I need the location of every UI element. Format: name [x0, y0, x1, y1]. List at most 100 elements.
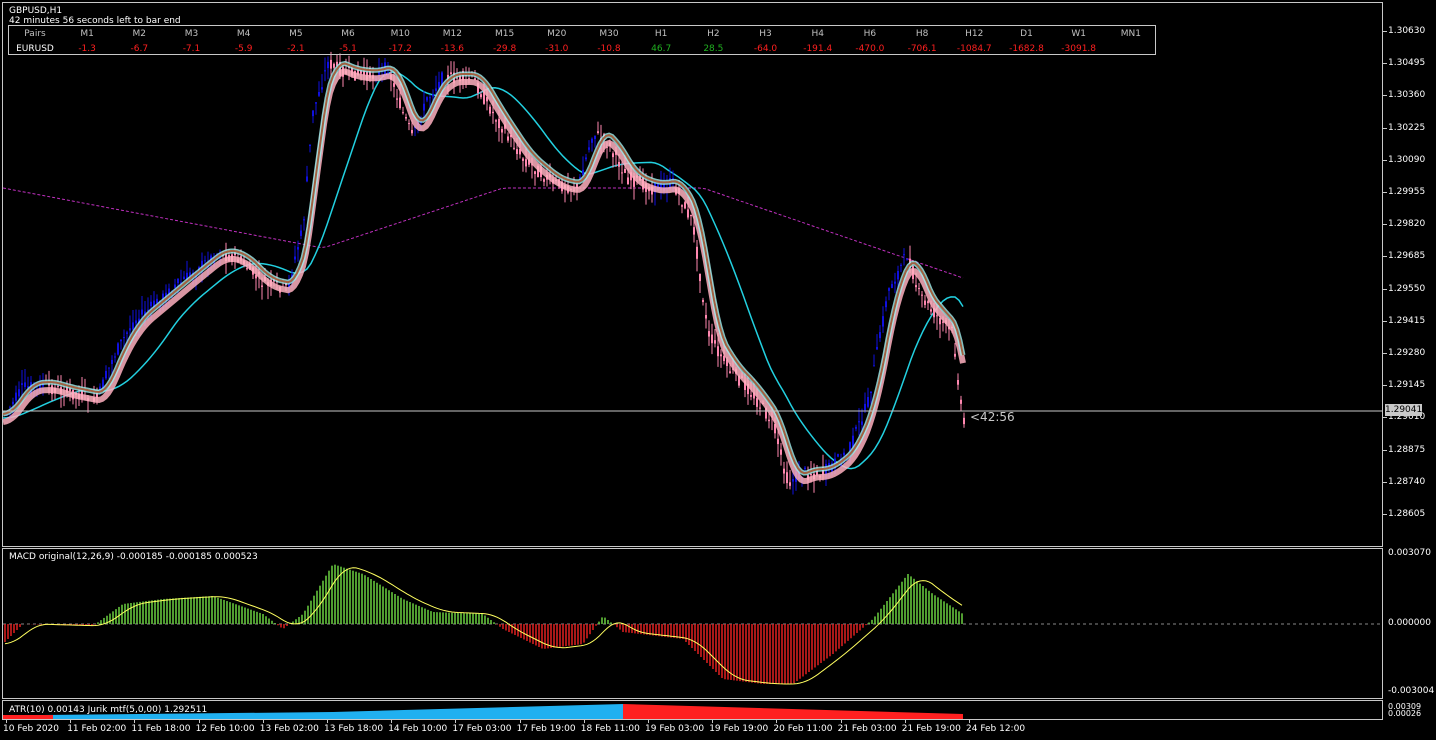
candle-body — [12, 401, 14, 405]
table-cell: -706.1 — [907, 43, 937, 54]
candle-body — [885, 301, 887, 308]
candle-body — [723, 355, 725, 362]
price-axis-tick — [1383, 63, 1387, 65]
candle-body — [63, 396, 65, 398]
price-axis-label: 1.29820 — [1388, 219, 1426, 230]
candle-body — [132, 322, 134, 330]
table-cell: -29.8 — [492, 43, 517, 54]
table-header-cell: M20 — [547, 28, 567, 39]
candle-body — [516, 149, 518, 154]
price-chart-canvas[interactable] — [3, 3, 1383, 547]
candle-body — [105, 370, 107, 379]
time-axis-label: 17 Feb 19:00 — [516, 724, 576, 734]
macd-axis-label: 0.000000 — [1388, 618, 1431, 628]
candle-body — [330, 59, 332, 69]
table-header-cell: H4 — [811, 28, 824, 39]
table-header-cell: M1 — [80, 28, 94, 39]
table-cell: -191.4 — [803, 43, 833, 54]
candle-body — [492, 111, 494, 114]
time-axis-tick — [519, 720, 521, 723]
macd-pane[interactable]: MACD original(12,26,9) -0.000185 -0.0001… — [2, 548, 1383, 699]
candle-body — [261, 285, 263, 287]
price-axis-label: 1.30225 — [1388, 122, 1426, 133]
price-axis-tick — [1383, 256, 1387, 258]
price-axis-tick — [1383, 31, 1387, 32]
candle-body — [534, 171, 536, 175]
table-header-cell: M6 — [341, 28, 355, 39]
candle-body — [498, 118, 500, 129]
time-axis-tick — [455, 720, 457, 723]
atr-red-start — [3, 715, 53, 719]
atr-red-band — [623, 704, 963, 719]
candle-body — [624, 168, 626, 173]
candle-body — [681, 205, 683, 207]
candle-body — [405, 117, 407, 119]
time-axis-tick — [712, 720, 714, 723]
candle-body — [183, 276, 185, 280]
candle-body — [15, 392, 17, 401]
candle-body — [543, 179, 545, 182]
time-axis-label: 14 Feb 10:00 — [388, 724, 448, 734]
candle-body — [480, 94, 482, 98]
candle-body — [402, 112, 404, 114]
candle-body — [495, 120, 497, 122]
time-axis-label: 17 Feb 03:00 — [452, 724, 512, 734]
chart-title: GBPUSD,H1 42 minutes 56 seconds left to … — [9, 6, 181, 26]
price-axis-label: 1.29550 — [1388, 283, 1426, 294]
candle-body — [867, 397, 869, 407]
time-axis-tick — [904, 720, 906, 723]
candle-body — [450, 72, 452, 74]
table-header-cell: H12 — [965, 28, 984, 39]
candle-body — [810, 474, 812, 476]
current-price-label: 1.29041 — [1385, 404, 1423, 416]
table-header-cell: M10 — [390, 28, 410, 39]
candle-body — [693, 227, 695, 235]
candle-body — [876, 346, 878, 350]
candle-body — [327, 61, 329, 69]
candle-body — [300, 230, 302, 236]
table-cell: -1084.7 — [956, 43, 992, 54]
candle-body — [150, 301, 152, 307]
table-cell: -7.1 — [182, 43, 201, 54]
candle-body — [612, 153, 614, 158]
price-axis-label: 1.30630 — [1388, 26, 1426, 36]
table-header-cell: M12 — [442, 28, 463, 39]
candle-body — [204, 260, 206, 262]
candle-body — [108, 367, 110, 369]
candle-body — [792, 479, 794, 482]
candle-body — [894, 281, 896, 284]
macd-axis-label: -0.003004 — [1388, 686, 1435, 696]
table-cell: -3091.8 — [1061, 43, 1097, 54]
table-header-cell: H1 — [654, 28, 668, 39]
countdown-tag: <42:56 — [970, 410, 1015, 424]
candle-body — [411, 129, 413, 134]
table-row-label: EURUSD — [16, 43, 54, 54]
candle-body — [321, 87, 323, 90]
price-axis-label: 1.28740 — [1388, 476, 1426, 487]
atr-title: ATR(10) 0.00143 Jurik mtf(5,0,00) 1.2925… — [9, 705, 208, 715]
time-axis-tick — [648, 720, 649, 723]
atr-canvas[interactable] — [3, 701, 1383, 720]
candle-body — [939, 318, 941, 325]
macd-canvas[interactable] — [3, 549, 1383, 699]
time-axis-tick — [583, 720, 585, 723]
time-axis-label: 12 Feb 10:00 — [195, 724, 255, 734]
candle-body — [903, 254, 905, 256]
price-axis-label: 1.30495 — [1388, 58, 1426, 69]
table-header-cell: M3 — [184, 28, 199, 39]
candle-body — [585, 157, 587, 160]
price-axis-tick — [1383, 288, 1387, 290]
price-chart-pane[interactable]: GBPUSD,H1 42 minutes 56 seconds left to … — [2, 2, 1383, 547]
candle-body — [864, 403, 866, 411]
candle-body — [120, 339, 122, 342]
candle-body — [426, 97, 428, 101]
candle-body — [879, 332, 881, 339]
table-header-cell: H3 — [759, 28, 772, 39]
time-axis-tick — [776, 720, 778, 723]
candle-body — [501, 128, 503, 133]
candle-body — [696, 246, 698, 259]
atr-pane[interactable]: ATR(10) 0.00143 Jurik mtf(5,0,00) 1.2925… — [2, 700, 1383, 720]
candle-body — [297, 247, 299, 250]
candle-body — [711, 334, 713, 344]
candle-body — [708, 331, 710, 337]
